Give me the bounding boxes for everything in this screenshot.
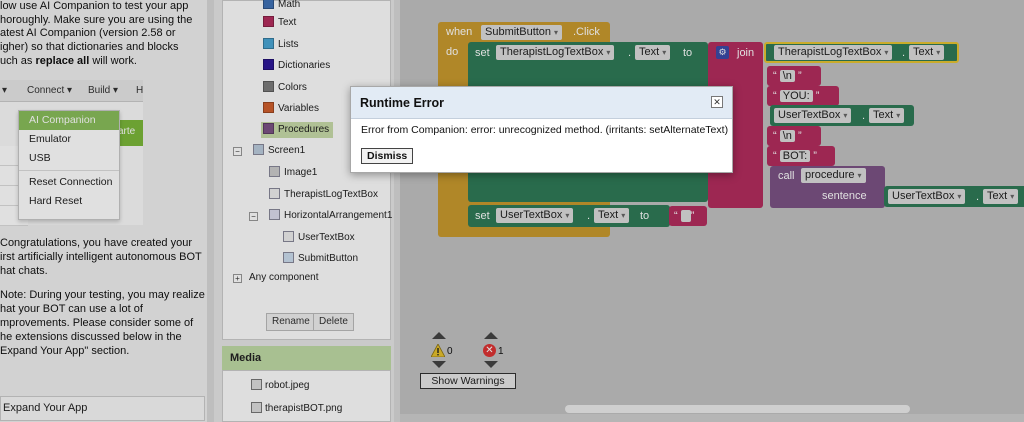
modal-overlay [0,0,1024,422]
runtime-error-dialog: Runtime Error ✕ Error from Companion: er… [350,86,733,173]
dialog-message: Error from Companion: error: unrecognize… [361,124,729,136]
close-icon[interactable]: ✕ [711,96,723,108]
dialog-header: Runtime Error ✕ [351,87,732,119]
dismiss-button[interactable]: Dismiss [361,148,414,164]
dialog-title: Runtime Error [360,96,445,110]
